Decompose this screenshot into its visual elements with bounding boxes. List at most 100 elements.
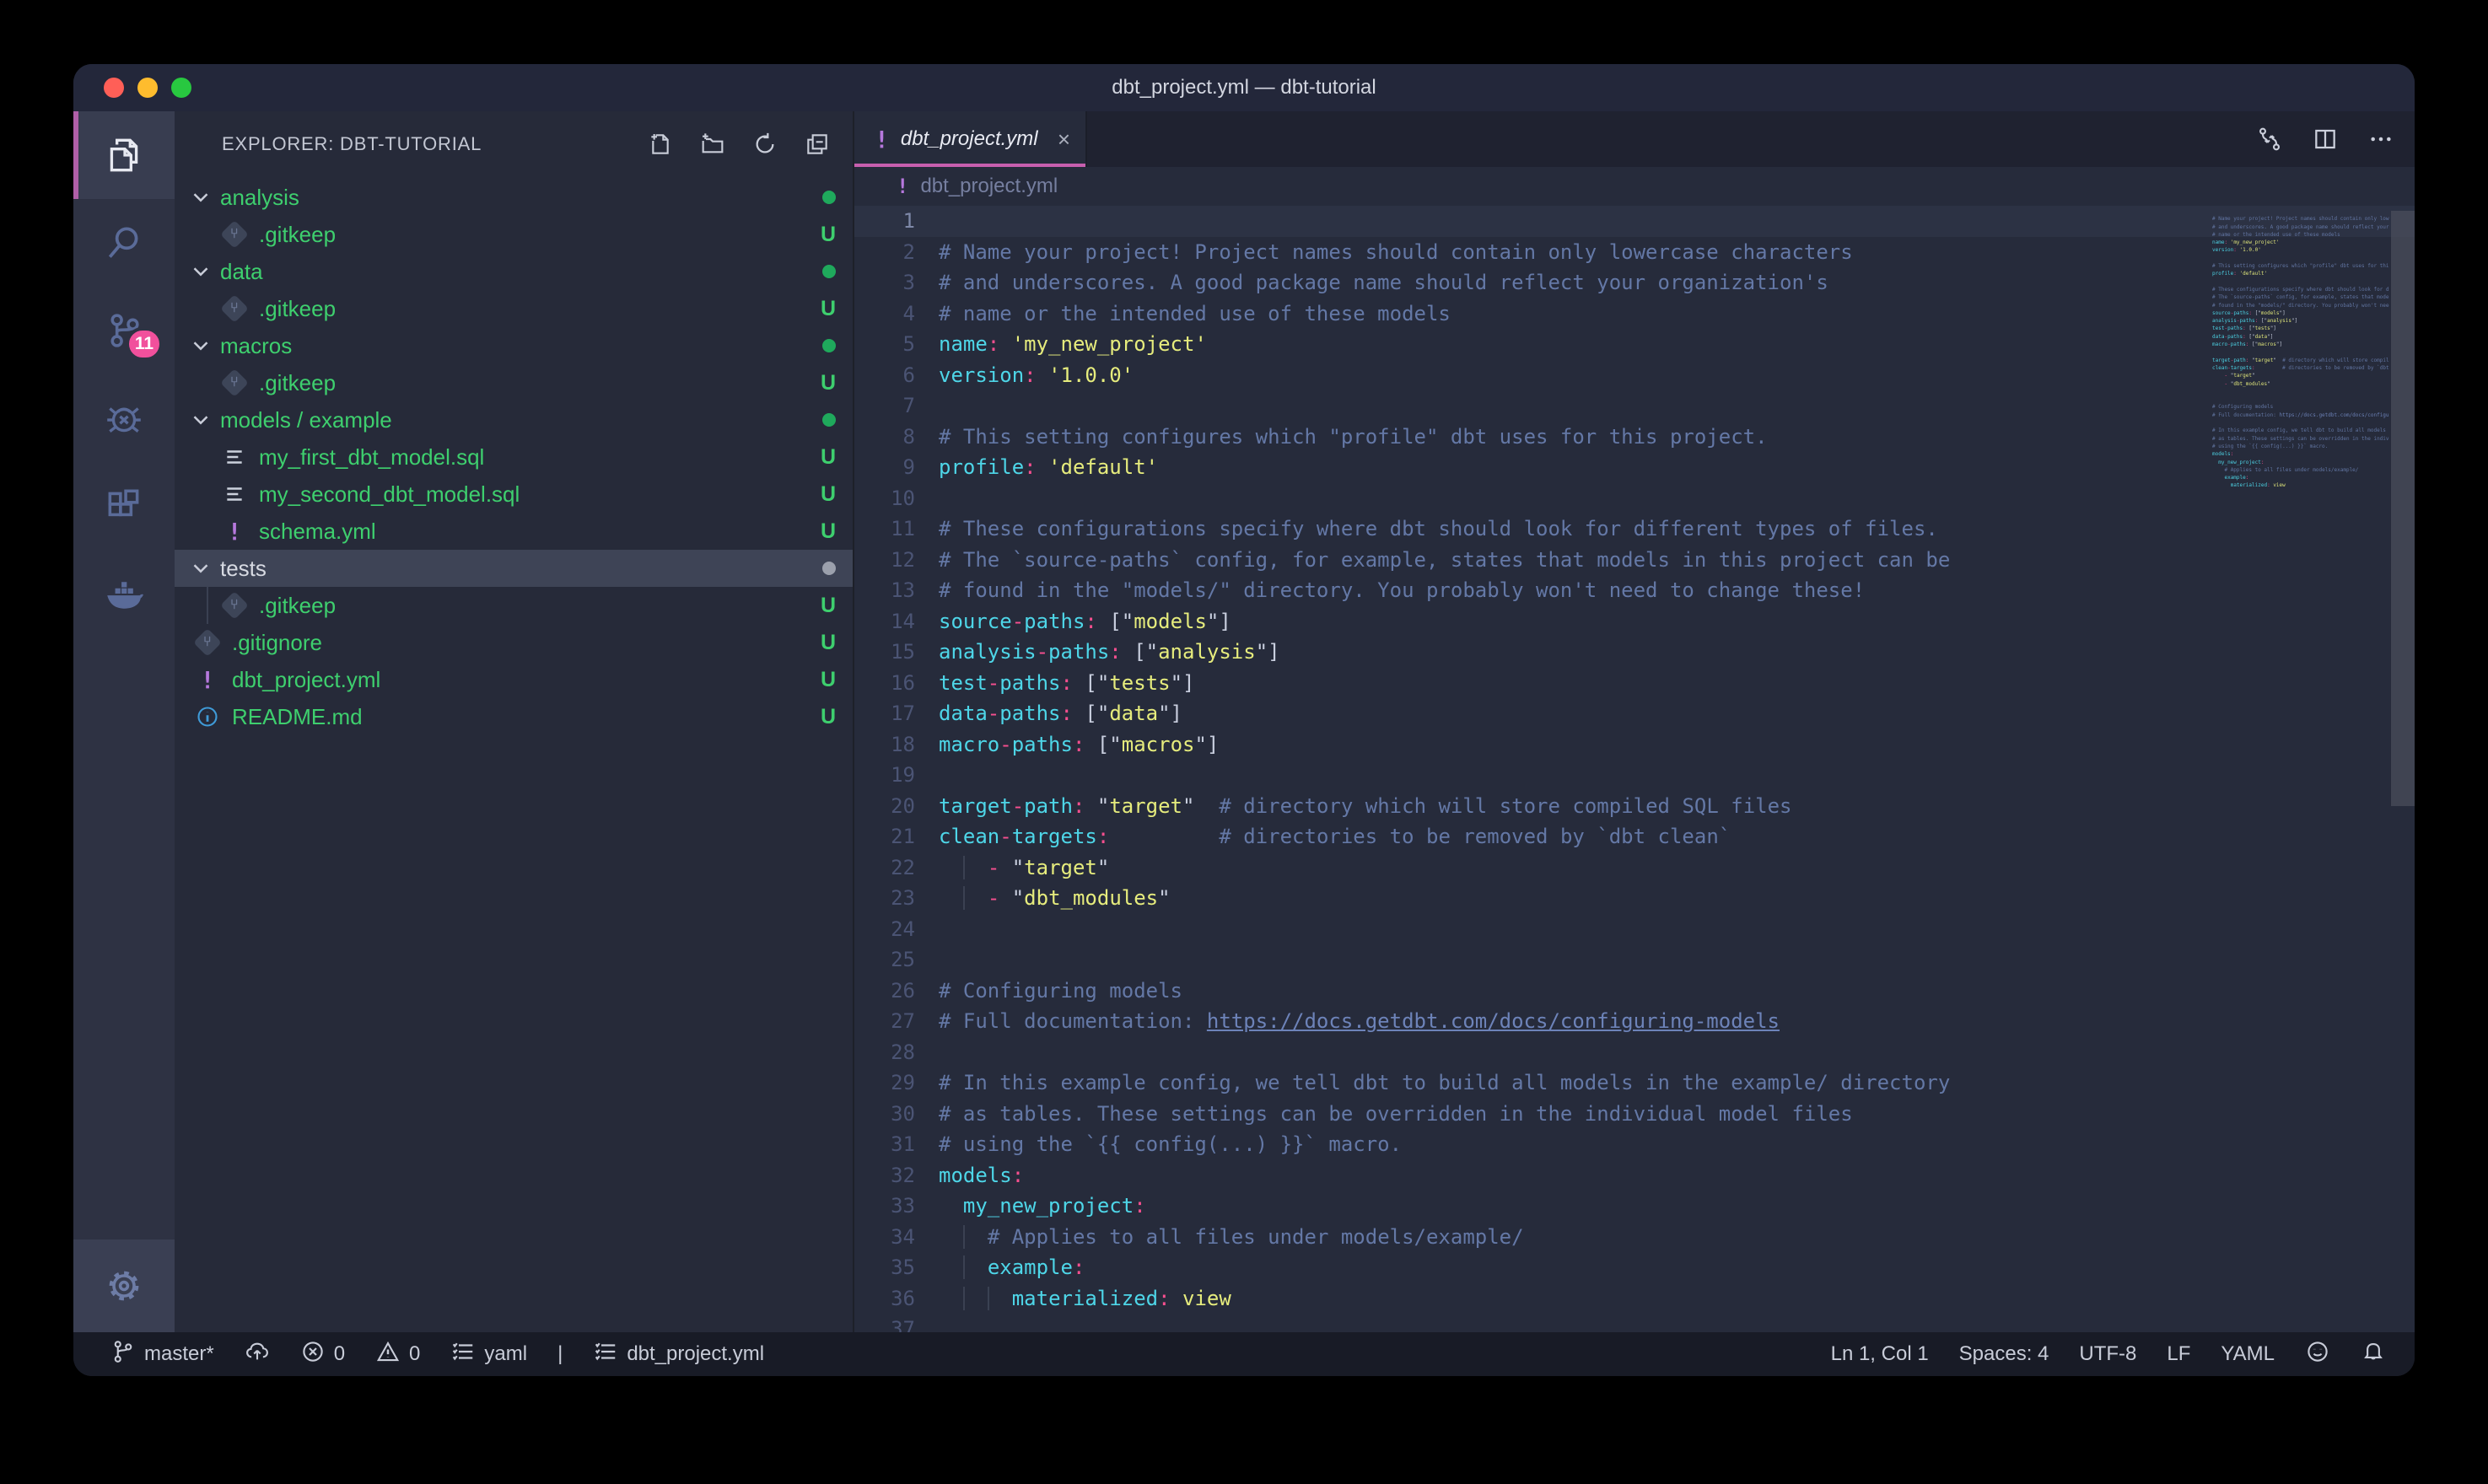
traffic-lights xyxy=(104,64,191,111)
line-number: 20 xyxy=(854,791,915,822)
status-language-mode[interactable]: YAML xyxy=(2221,1342,2275,1366)
desktop-background: dbt_project.yml — dbt-tutorial xyxy=(0,0,2488,1484)
chevron-down-icon xyxy=(188,185,213,210)
vscode-window: dbt_project.yml — dbt-tutorial xyxy=(73,64,2415,1376)
search-icon[interactable] xyxy=(73,199,175,287)
breadcrumb-problem-icon: ! xyxy=(897,175,908,198)
line-number: 4 xyxy=(854,298,915,330)
tab-dbt-project-yml[interactable]: ! dbt_project.yml × xyxy=(854,111,1087,167)
line-number: 31 xyxy=(854,1129,915,1160)
status-encoding[interactable]: UTF-8 xyxy=(2079,1342,2136,1366)
tree-file-readme-md[interactable]: README.mdU xyxy=(175,698,853,735)
status-sync[interactable] xyxy=(245,1339,270,1370)
line-number: 18 xyxy=(854,729,915,761)
line-number: 23 xyxy=(854,883,915,914)
tree-file--gitkeep[interactable]: ⑂.gitkeepU xyxy=(175,290,853,327)
settings-gear-icon[interactable] xyxy=(73,1239,175,1332)
line-number: 15 xyxy=(854,637,915,668)
tree-folder-models-example[interactable]: models / example xyxy=(175,401,853,438)
notifications-bell-icon xyxy=(2361,1339,2386,1370)
code-editor[interactable]: 12# Name your project! Project names sho… xyxy=(854,206,2415,1332)
yaml-problem-icon: ! xyxy=(875,126,889,153)
tree-file--gitkeep[interactable]: ⑂.gitkeepU xyxy=(175,587,853,624)
git-file-icon: ⑂ xyxy=(220,294,249,323)
tree-folder-tests[interactable]: tests xyxy=(175,550,853,587)
yaml-problem-icon: ! xyxy=(220,517,249,546)
git-file-icon: ⑂ xyxy=(193,628,222,657)
line-number: 3 xyxy=(854,267,915,298)
sql-file-icon xyxy=(220,480,249,508)
sync-icon xyxy=(245,1339,270,1370)
tree-file-my-second-dbt-model-sql[interactable]: my_second_dbt_model.sqlU xyxy=(175,476,853,513)
refresh-icon[interactable] xyxy=(751,131,778,158)
tree-folder-analysis[interactable]: analysis xyxy=(175,179,853,216)
linter-file-icon xyxy=(593,1339,618,1370)
line-number: 12 xyxy=(854,545,915,576)
editor-scrollbar[interactable] xyxy=(2391,211,2415,806)
status-feedback-smiley[interactable] xyxy=(2305,1339,2330,1370)
tree-file-schema-yml[interactable]: !schema.ymlU xyxy=(175,513,853,550)
line-number: 6 xyxy=(854,360,915,391)
new-folder-icon[interactable] xyxy=(699,131,726,158)
chevron-down-icon xyxy=(188,407,213,433)
info-file-icon xyxy=(193,702,222,731)
split-editor-icon[interactable] xyxy=(2312,126,2339,153)
status-notifications-bell[interactable] xyxy=(2361,1339,2386,1370)
close-tab-icon[interactable]: × xyxy=(1058,126,1070,153)
activity-bar: 11 xyxy=(73,111,175,1332)
line-number: 11 xyxy=(854,513,915,545)
line-number: 25 xyxy=(854,944,915,976)
line-number: 32 xyxy=(854,1160,915,1191)
status-eol[interactable]: LF xyxy=(2167,1342,2190,1366)
tree-folder-macros[interactable]: macros xyxy=(175,327,853,364)
line-number: 24 xyxy=(854,914,915,945)
line-number: 1 xyxy=(854,206,915,237)
more-actions-icon[interactable] xyxy=(2367,126,2394,153)
line-number: 37 xyxy=(854,1314,915,1332)
folder-changes-dot xyxy=(822,191,836,204)
git-file-icon: ⑂ xyxy=(220,591,249,620)
line-number: 10 xyxy=(854,483,915,514)
errors-icon xyxy=(300,1339,326,1370)
git-untracked-badge: U xyxy=(821,371,836,395)
collapse-folders-icon[interactable] xyxy=(804,131,831,158)
yaml-problem-icon: ! xyxy=(193,665,222,694)
close-window-button[interactable] xyxy=(104,78,124,98)
tree-file--gitignore[interactable]: ⑂.gitignoreU xyxy=(175,624,853,661)
chevron-down-icon xyxy=(188,333,213,358)
tab-label: dbt_project.yml xyxy=(901,127,1049,151)
tree-file--gitkeep[interactable]: ⑂.gitkeepU xyxy=(175,216,853,253)
breadcrumb[interactable]: ! dbt_project.yml xyxy=(854,167,2415,206)
status-indentation[interactable]: Spaces: 4 xyxy=(1959,1342,2049,1366)
new-file-icon[interactable] xyxy=(647,131,674,158)
line-number: 17 xyxy=(854,698,915,729)
line-number: 19 xyxy=(854,760,915,791)
status-errors[interactable]: 0 xyxy=(300,1339,345,1370)
git-untracked-badge: U xyxy=(821,631,836,655)
docker-icon[interactable] xyxy=(73,550,175,637)
status-linter-yaml[interactable]: yaml xyxy=(450,1339,527,1370)
explorer-icon[interactable] xyxy=(73,111,175,199)
line-number: 16 xyxy=(854,668,915,699)
tree-file-my-first-dbt-model-sql[interactable]: my_first_dbt_model.sqlU xyxy=(175,438,853,476)
folder-changes-dot xyxy=(822,413,836,427)
folder-changes-dot xyxy=(822,339,836,352)
status-cursor-position[interactable]: Ln 1, Col 1 xyxy=(1831,1342,1929,1366)
status-git-branch[interactable]: master* xyxy=(110,1339,214,1370)
tree-file-dbt-project-yml[interactable]: !dbt_project.ymlU xyxy=(175,661,853,698)
git-untracked-badge: U xyxy=(821,705,836,729)
extensions-icon[interactable] xyxy=(73,462,175,550)
window-title: dbt_project.yml — dbt-tutorial xyxy=(73,76,2415,99)
minimize-window-button[interactable] xyxy=(137,78,158,98)
git-untracked-badge: U xyxy=(821,668,836,692)
tree-file--gitkeep[interactable]: ⑂.gitkeepU xyxy=(175,364,853,401)
open-changes-icon[interactable] xyxy=(2256,126,2283,153)
status-warnings[interactable]: 0 xyxy=(375,1339,420,1370)
line-number: 2 xyxy=(854,237,915,268)
debug-icon[interactable] xyxy=(73,374,175,462)
status-separator: | xyxy=(557,1342,563,1366)
zoom-window-button[interactable] xyxy=(171,78,191,98)
source-control-icon[interactable]: 11 xyxy=(73,287,175,374)
tree-folder-data[interactable]: data xyxy=(175,253,853,290)
status-linter-file[interactable]: dbt_project.yml xyxy=(593,1339,764,1370)
